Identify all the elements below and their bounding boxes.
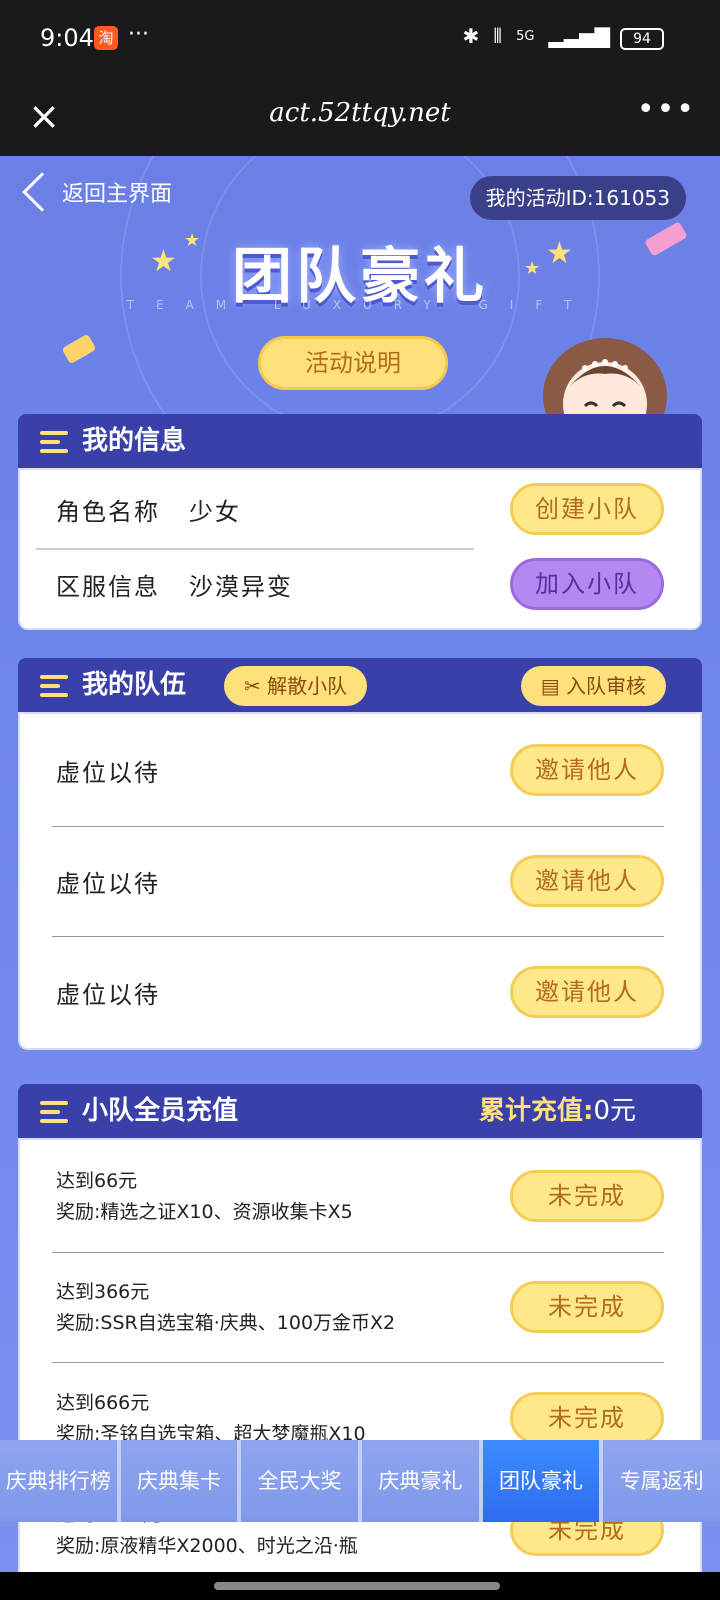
menu-lines-icon [40,431,68,453]
tier-reward: 奖励:精选之证X10、资源收集卡X5 [56,1200,353,1223]
recharge-total: 累计充值:0元 [479,1084,636,1138]
recharge-total-label: 累计充值: [479,1096,594,1126]
team-slot-label: 虚位以待 [56,758,160,787]
tier-status-button[interactable]: 未完成 [510,1170,664,1222]
back-label: 返回主界面 [62,182,173,207]
more-dots-icon[interactable]: ••• [637,92,696,127]
my-team-body: 虚位以待 邀请他人 虚位以待 邀请他人 虚位以待 邀请他人 [18,712,702,1050]
my-team-section: 我的队伍 ✂ 解散小队 ▤ 入队审核 虚位以待 邀请他人 虚位以待 邀请他人 虚… [18,658,702,1050]
my-info-header: 我的信息 [18,414,702,468]
network-label: 5G [516,28,535,44]
page-url: act.52ttqy.net [269,98,451,128]
my-info-section: 我的信息 角色名称 少女 创建小队 区服信息 沙漠异变 加入小队 [18,414,702,630]
document-icon: ▤ [540,674,560,698]
disband-label: 解散小队 [267,674,348,698]
role-value: 少女 [188,497,241,526]
tab-exclusive-rebate[interactable]: 专属返利 [603,1440,720,1522]
tab-card-collection[interactable]: 庆典集卡 [120,1440,238,1522]
team-slot-label: 虚位以待 [56,869,160,898]
tab-grand-prize[interactable]: 全民大奖 [241,1440,359,1522]
team-slot-label: 虚位以待 [56,980,160,1009]
status-bar: 9:04 淘 ··· ✱ ⦀ 5G ▂▃▅▇ 94 [0,0,720,78]
system-home-bar [0,1572,720,1600]
recharge-tier-row: 达到366元奖励:SSR自选宝箱·庆典、100万金币X2 未完成 [20,1252,700,1362]
recharge-tier-row: 达到66元奖励:精选之证X10、资源收集卡X5 未完成 [20,1140,700,1252]
menu-lines-icon [40,1101,68,1123]
tier-status-button[interactable]: 未完成 [510,1392,664,1444]
confetti-decoration [61,333,97,365]
recharge-header: 小队全员充值 累计充值:0元 [18,1084,702,1138]
recharge-total-value: 0元 [593,1096,636,1126]
tier-target: 达到366元 [56,1280,150,1303]
tier-target: 达到66元 [56,1169,138,1192]
my-team-header: 我的队伍 ✂ 解散小队 ▤ 入队审核 [18,658,702,712]
team-slot-row: 虚位以待 邀请他人 [20,826,700,936]
my-info-body: 角色名称 少女 创建小队 区服信息 沙漠异变 加入小队 [18,468,702,630]
tier-status-button[interactable]: 未完成 [510,1281,664,1333]
tier-target: 达到666元 [56,1391,150,1414]
page-subtitle: TEAM LUXURY GIFT [126,298,594,312]
my-team-title: 我的队伍 [82,670,187,700]
server-value: 沙漠异变 [188,572,293,601]
team-slot-row: 虚位以待 邀请他人 [20,714,700,826]
review-label: 入队审核 [566,674,646,698]
invite-button[interactable]: 邀请他人 [510,855,664,907]
server-info: 区服信息 沙漠异变 [56,567,293,602]
join-team-button[interactable]: 加入小队 [510,558,664,610]
back-arrow-icon [22,172,62,212]
status-more-icon: ··· [128,22,149,47]
recharge-title: 小队全员充值 [82,1096,239,1126]
tab-celebration-ranking[interactable]: 庆典排行榜 [0,1440,117,1522]
tab-celebration-gift[interactable]: 庆典豪礼 [362,1440,479,1522]
join-review-button[interactable]: ▤ 入队审核 [520,666,666,706]
invite-button[interactable]: 邀请他人 [510,966,664,1018]
activity-page: 返回主界面 我的活动ID:161053 ★ ★ ★ ★ 团队豪礼 TEAM LU… [0,156,720,1572]
bluetooth-icon: ✱ [462,24,480,48]
taobao-app-icon: 淘 [94,26,118,50]
activity-explain-button[interactable]: 活动说明 [258,336,448,390]
tab-team-gift[interactable]: 团队豪礼 [482,1440,600,1522]
home-indicator[interactable] [214,1582,500,1590]
invite-button[interactable]: 邀请他人 [510,744,664,796]
role-info: 角色名称 少女 [56,492,241,527]
tier-reward: 奖励:原液精华X2000、时光之沿·瓶 [56,1534,358,1557]
team-slot-row: 虚位以待 邀请他人 [20,936,700,1048]
activity-id-badge: 我的活动ID:161053 [469,176,686,220]
back-to-home-button[interactable]: 返回主界面 [20,172,173,212]
menu-lines-icon [40,675,68,697]
battery-indicator: 94 [620,28,664,50]
disband-team-button[interactable]: ✂ 解散小队 [224,666,368,706]
server-label: 区服信息 [56,572,160,601]
vibrate-icon: ⦀ [493,24,503,48]
bottom-tab-bar: 庆典排行榜 庆典集卡 全民大奖 庆典豪礼 团队豪礼 专属返利 [0,1440,720,1522]
create-team-button[interactable]: 创建小队 [510,483,664,535]
role-label: 角色名称 [56,497,160,526]
status-time: 9:04 [40,24,94,52]
scissors-icon: ✂ [244,674,261,698]
browser-nav-bar: × act.52ttqy.net ••• [0,78,720,156]
signal-icon: ▂▃▅▇ [548,24,610,48]
tier-reward: 奖励:SSR自选宝箱·庆典、100万金币X2 [56,1311,396,1334]
my-info-title: 我的信息 [82,426,187,456]
